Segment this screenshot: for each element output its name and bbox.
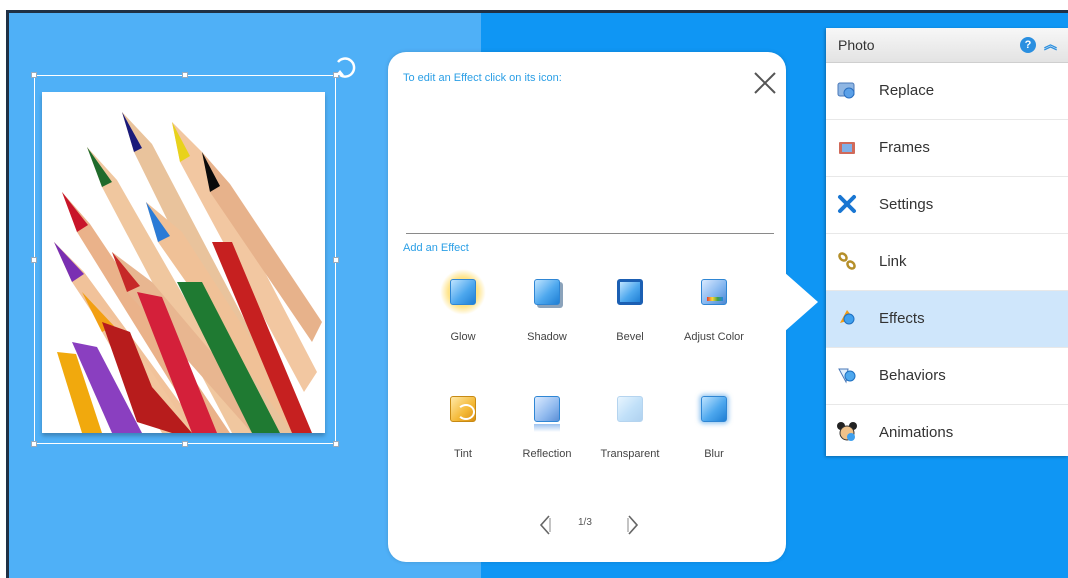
animations-icon	[837, 422, 857, 441]
rotate-icon[interactable]	[333, 56, 357, 80]
resize-handle-r[interactable]	[333, 257, 339, 263]
panel-title: Photo	[838, 37, 875, 53]
panel-item-label: Animations	[879, 424, 954, 441]
chevron-left-icon[interactable]	[538, 514, 552, 536]
close-icon[interactable]	[750, 68, 780, 98]
panel-item-label: Behaviors	[879, 367, 946, 384]
add-effect-label: Add an Effect	[403, 242, 469, 254]
panel-item-effects[interactable]: Effects	[826, 291, 1068, 348]
chevron-right-icon[interactable]	[626, 514, 640, 536]
panel-item-label: Link	[879, 253, 907, 270]
effects-icon	[840, 310, 855, 325]
glow-icon	[440, 269, 486, 315]
link-icon	[838, 252, 856, 270]
resize-handle-tl[interactable]	[31, 72, 37, 78]
effect-glow-label: Glow	[450, 331, 476, 343]
effect-blur-label: Blur	[704, 448, 724, 460]
bevel-icon	[615, 277, 645, 311]
effect-tint[interactable]: Tint	[418, 394, 508, 474]
photo-panel: Photo ? ︽ Replace Frames Settings Link E…	[826, 28, 1068, 456]
transparent-icon	[615, 394, 645, 428]
panel-item-replace[interactable]: Replace	[826, 63, 1068, 120]
effect-adjust-color-label: Adjust Color	[684, 331, 744, 343]
popup-pointer	[784, 272, 818, 332]
effect-glow[interactable]: Glow	[418, 269, 508, 357]
panel-item-frames[interactable]: Frames	[826, 120, 1068, 177]
resize-handle-l[interactable]	[31, 257, 37, 263]
panel-item-label: Effects	[879, 310, 925, 327]
panel-header: Photo ? ︽	[826, 28, 1068, 63]
reflection-icon	[532, 394, 562, 432]
blur-icon	[699, 394, 729, 428]
shadow-icon	[532, 277, 563, 311]
effect-transparent-label: Transparent	[600, 448, 660, 460]
resize-handle-b[interactable]	[182, 441, 188, 447]
effects-popup: To edit an Effect click on its icon: Add…	[388, 52, 786, 562]
panel-item-animations[interactable]: Animations	[826, 405, 1068, 462]
panel-item-settings[interactable]: Settings	[826, 177, 1068, 234]
popup-hint-text: To edit an Effect click on its icon:	[403, 72, 562, 84]
panel-item-behaviors[interactable]: Behaviors	[826, 348, 1068, 405]
effect-shadow[interactable]: Shadow	[502, 277, 592, 357]
pencils-image	[42, 92, 325, 433]
panel-item-label: Settings	[879, 196, 934, 213]
resize-handle-t[interactable]	[182, 72, 188, 78]
behaviors-icon	[838, 368, 856, 384]
photo-image[interactable]	[42, 92, 325, 433]
panel-item-label: Frames	[879, 139, 930, 156]
effect-tint-label: Tint	[454, 448, 472, 460]
frames-icon	[839, 142, 855, 154]
effect-bevel[interactable]: Bevel	[585, 277, 675, 357]
settings-icon	[838, 195, 856, 213]
adjust-color-icon	[699, 277, 729, 311]
effect-shadow-label: Shadow	[527, 331, 567, 343]
effect-reflection[interactable]: Reflection	[502, 394, 592, 474]
tint-icon	[448, 394, 478, 428]
effect-transparent[interactable]: Transparent	[585, 394, 675, 474]
panel-item-link[interactable]: Link	[826, 234, 1068, 291]
page-indicator: 1/3	[578, 517, 592, 528]
effect-reflection-label: Reflection	[522, 448, 572, 460]
popup-divider	[406, 233, 774, 234]
effects-pager: 1/3	[538, 512, 658, 538]
resize-handle-bl[interactable]	[31, 441, 37, 447]
effect-blur[interactable]: Blur	[669, 394, 759, 474]
panel-item-label: Replace	[879, 82, 935, 99]
effect-bevel-label: Bevel	[616, 331, 644, 343]
collapse-icon[interactable]: ︽	[1044, 34, 1057, 53]
resize-handle-br[interactable]	[333, 441, 339, 447]
effect-adjust-color[interactable]: Adjust Color	[669, 277, 759, 357]
help-icon[interactable]: ?	[1020, 37, 1036, 53]
replace-icon	[837, 82, 855, 99]
